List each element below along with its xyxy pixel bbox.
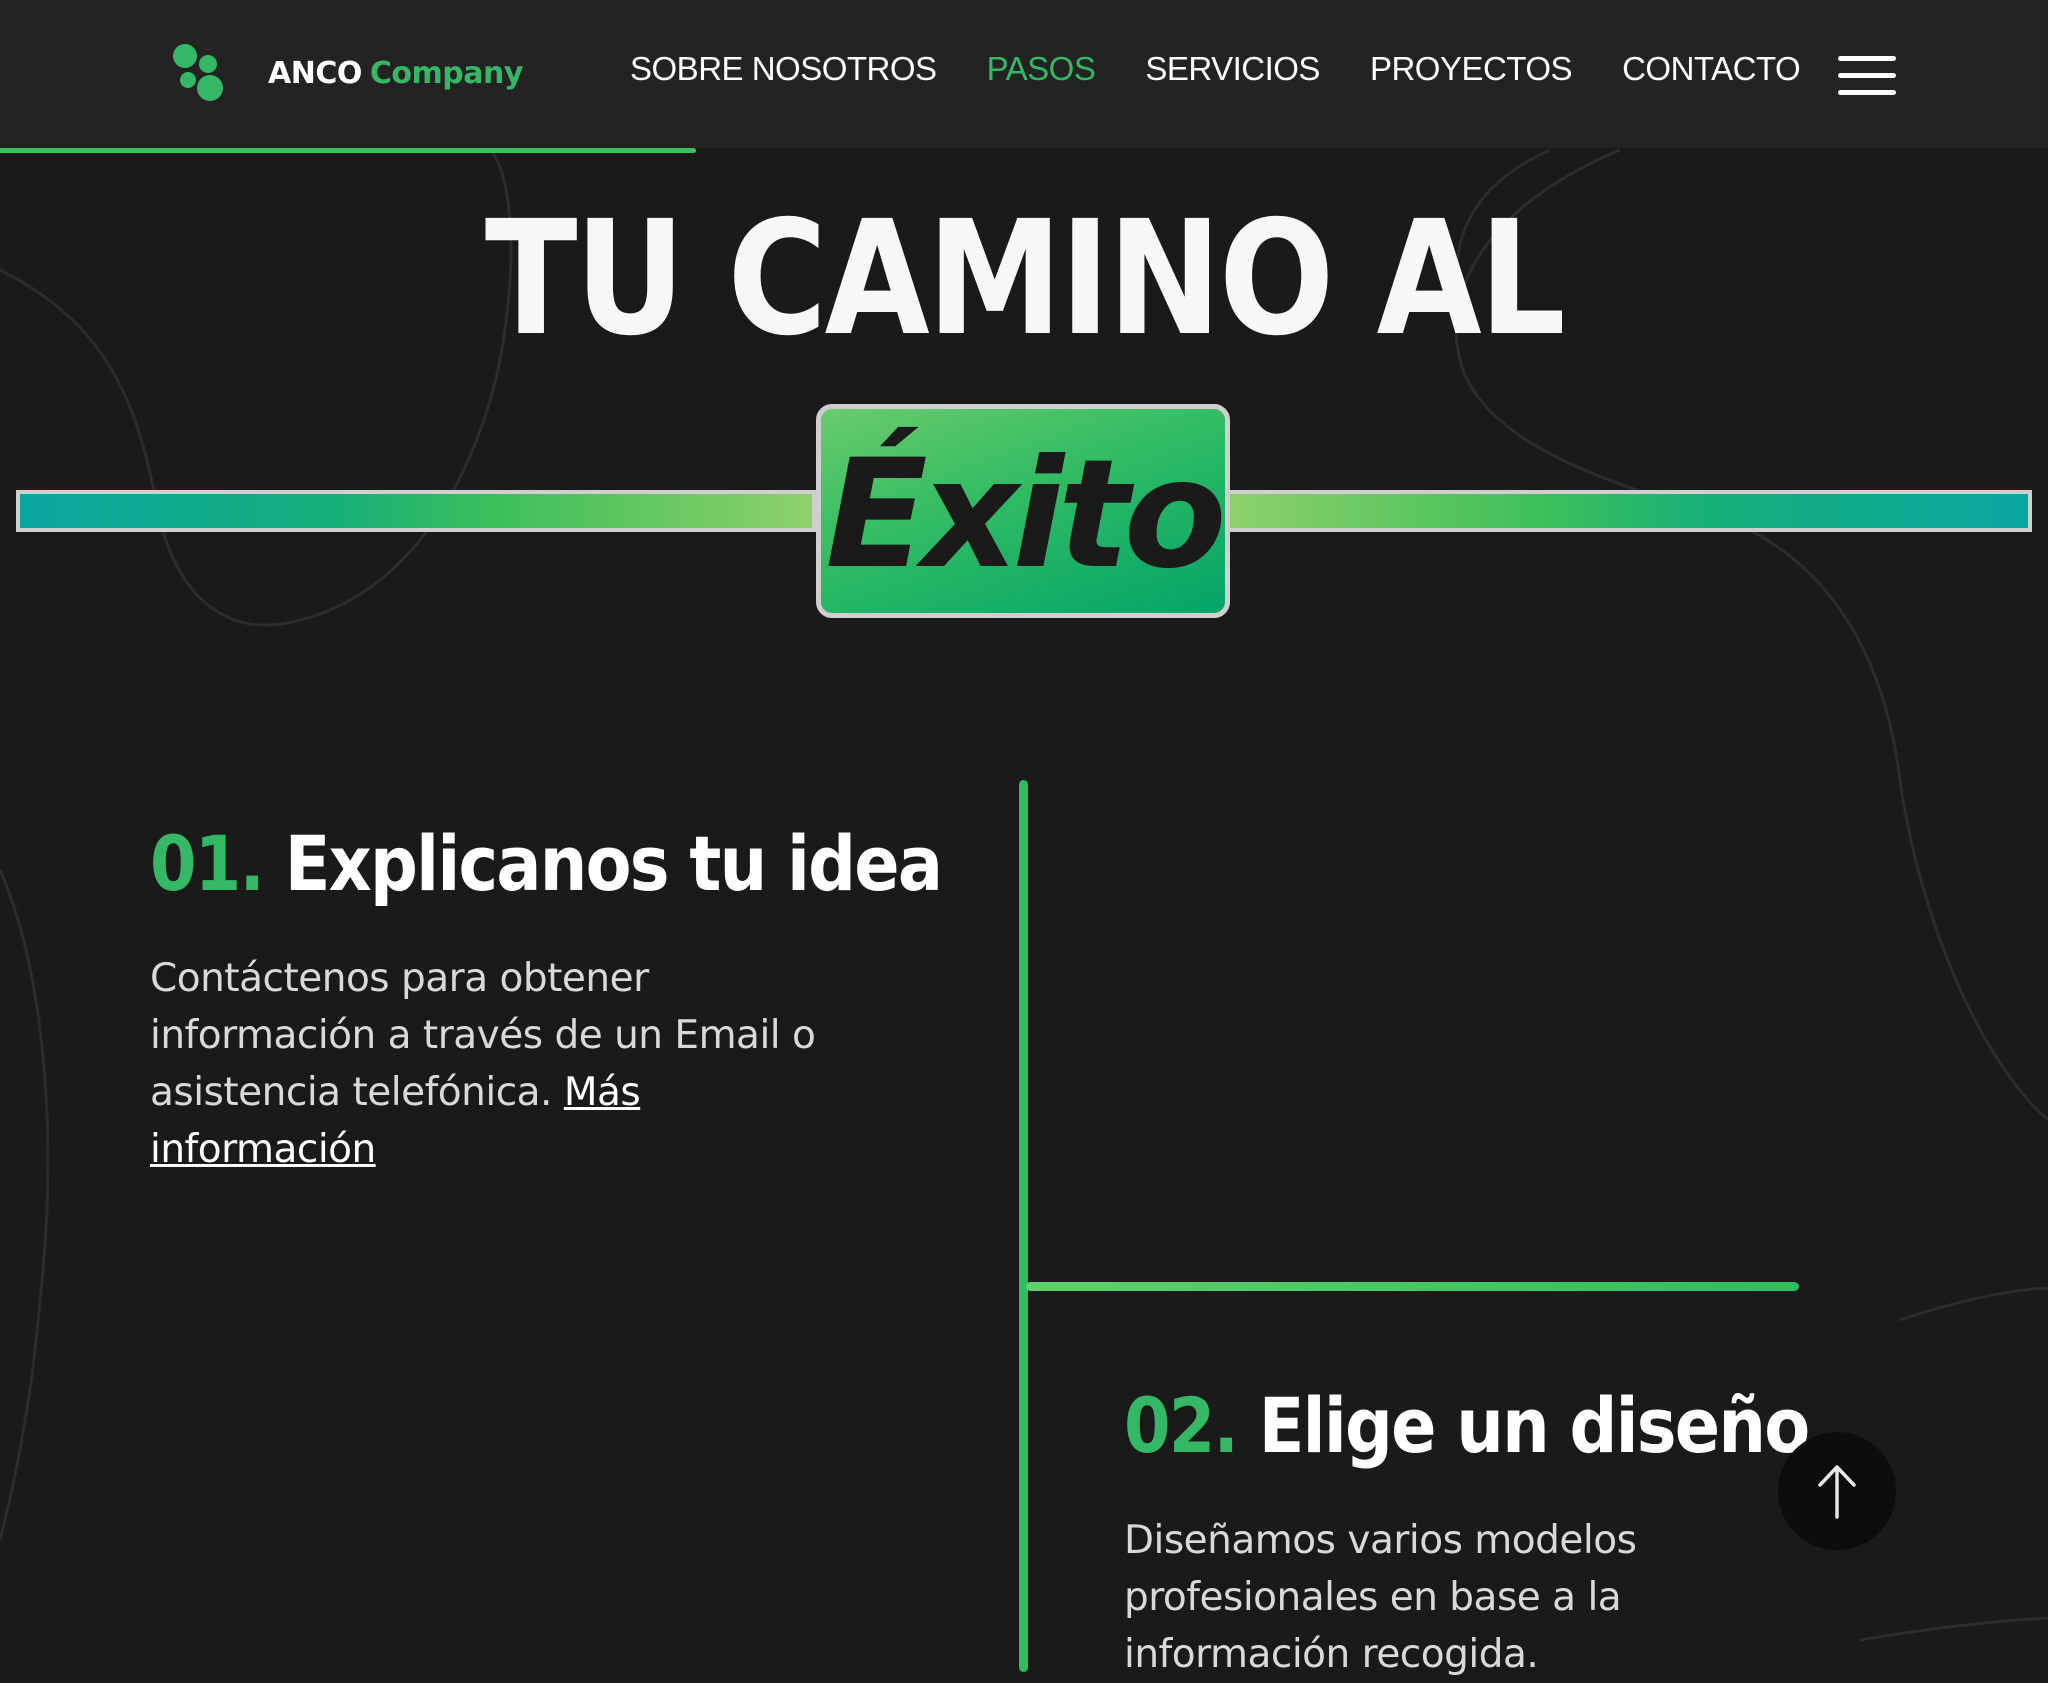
step-1-description: Contáctenos para obtener información a t… [150, 950, 870, 1178]
logo-name: ANCO [268, 55, 362, 91]
step-2-description: Diseñamos varios modelos profesionales e… [1124, 1518, 1637, 1677]
step-2-number: 02. [1124, 1381, 1239, 1470]
navbar: ANCO Company SOBRE NOSOTROS PASOS SERVICI… [0, 0, 2048, 148]
main-nav: SOBRE NOSOTROS PASOS SERVICIOS PROYECTOS… [630, 50, 1801, 88]
scroll-to-top-button[interactable] [1778, 1432, 1896, 1550]
nav-link-servicios[interactable]: SERVICIOS [1145, 50, 1320, 88]
step-2-title: Elige un diseño [1258, 1381, 1810, 1470]
step-2-heading: 02. Elige un diseño [1124, 1388, 1810, 1464]
nav-link-pasos[interactable]: PASOS [987, 50, 1096, 88]
logo-icon [173, 44, 223, 101]
step-1-heading: 01. Explicanos tu idea [150, 826, 943, 902]
hero-divider-left [16, 490, 816, 532]
step-1-number: 01. [150, 819, 265, 908]
hero-title: TU CAMINO AL [484, 187, 1566, 371]
hero-highlight-box: Éxito [816, 404, 1230, 618]
hamburger-icon[interactable] [1838, 54, 1898, 98]
timeline-connector-line [1026, 1282, 1799, 1291]
nav-link-proyectos[interactable]: PROYECTOS [1370, 50, 1573, 88]
hero-highlight-word: Éxito [825, 428, 1226, 602]
nav-link-contacto[interactable]: CONTACTO [1622, 50, 1801, 88]
step-1-title: Explicanos tu idea [284, 819, 943, 908]
scroll-progress-bar [0, 148, 697, 153]
nav-link-sobre-nosotros[interactable]: SOBRE NOSOTROS [630, 50, 937, 88]
arrow-up-icon [1818, 1465, 1856, 1519]
timeline-vertical-line [1019, 780, 1028, 1672]
logo[interactable]: ANCO Company [170, 42, 523, 104]
logo-accent: Company [369, 55, 524, 91]
logo-text: ANCO Company [268, 56, 523, 91]
hero-divider-right [1226, 490, 2032, 532]
step-1-text: Contáctenos para obtener información a t… [150, 956, 816, 1115]
